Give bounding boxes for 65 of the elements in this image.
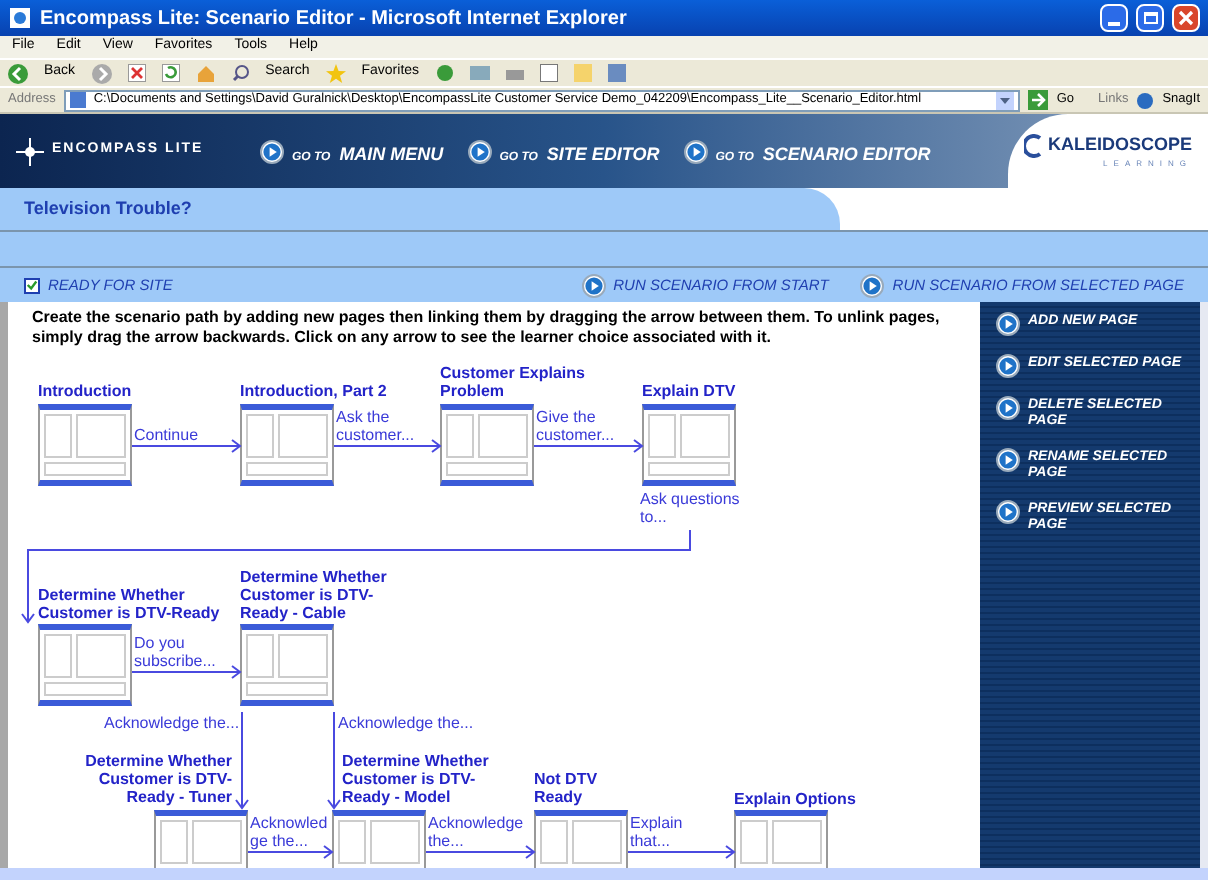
page-thumbnail[interactable]	[642, 404, 736, 486]
page-thumbnail[interactable]	[440, 404, 534, 486]
play-icon	[996, 396, 1020, 420]
page-title[interactable]: Determine Whether Customer is DTV-Ready - Model	[342, 752, 506, 806]
instructions-text: Create the scenario path by adding new pages then linking them by dragging the arrow between them. To unlink pages, simply drag the arrow backwards. Click on any arrow to see the learner choice associated with it.	[30, 306, 942, 348]
horizontal-scrollbar[interactable]	[0, 868, 1208, 880]
page-title[interactable]: Explain Options	[734, 790, 894, 808]
star-icon[interactable]	[325, 63, 346, 83]
page-thumbnail[interactable]	[154, 810, 248, 868]
play-icon	[260, 139, 284, 163]
checkbox[interactable]	[24, 277, 40, 293]
play-icon	[467, 139, 492, 163]
play-icon	[581, 273, 606, 297]
link-label[interactable]: Acknowledge the...	[250, 814, 330, 850]
swirl-logo-icon	[1023, 133, 1044, 157]
page-icon	[69, 92, 86, 108]
page-thumbnail[interactable]	[38, 404, 132, 486]
vertical-scrollbar[interactable]	[1200, 302, 1208, 868]
page-title[interactable]: Determine Whether Customer is DTV-Ready - Cable	[240, 568, 392, 622]
link-label[interactable]: Give the customer...	[536, 408, 640, 444]
caret-icon	[1000, 97, 1011, 103]
page-thumbnail[interactable]	[734, 810, 828, 868]
page-thumbnail[interactable]	[240, 624, 334, 706]
page-thumbnail[interactable]	[240, 404, 334, 486]
back-arrow-icon[interactable]	[8, 63, 28, 83]
link-label[interactable]: Continue	[134, 426, 199, 444]
browser-icon	[8, 6, 32, 30]
link-label[interactable]: Ask the customer...	[336, 408, 440, 444]
brand-name: KALEIDOSCOPE	[1047, 131, 1192, 158]
window-title: Encompass Lite: Scenario Editor - Microsoft Internet Explorer	[40, 5, 629, 33]
page-thumbnail[interactable]	[38, 624, 132, 706]
history-icon[interactable]	[435, 64, 454, 82]
page-title[interactable]: Not DTV Ready	[534, 770, 630, 806]
play-icon	[996, 448, 1020, 472]
play-icon	[996, 354, 1020, 378]
link-label[interactable]: Acknowledge the...	[104, 714, 240, 732]
compass-logo-icon	[16, 137, 44, 165]
page-title[interactable]: Introduction, Part 2	[240, 382, 400, 400]
page-thumbnail[interactable]	[534, 810, 628, 868]
page-title[interactable]: Determine Whether Customer is DTV-Ready - Tuner	[72, 752, 232, 806]
page-title[interactable]: Introduction	[38, 382, 158, 400]
play-icon	[860, 273, 885, 297]
link-label[interactable]: Do you subscribe...	[134, 634, 238, 670]
search-icon[interactable]	[231, 64, 250, 82]
link-label[interactable]: Ask questions to...	[640, 490, 760, 526]
go-arrow-icon[interactable]	[1028, 90, 1049, 110]
stop-icon[interactable]	[127, 64, 146, 82]
page-thumbnail[interactable]	[332, 810, 426, 868]
play-icon	[996, 312, 1020, 336]
minimize-button[interactable]	[1100, 4, 1128, 32]
close-icon	[1178, 10, 1194, 26]
link-label[interactable]: Acknowledge the...	[428, 814, 532, 850]
page-title[interactable]: Determine Whether Customer is DTV-Ready	[38, 586, 234, 622]
page-title[interactable]: Explain DTV	[642, 382, 762, 400]
page-title[interactable]: Customer Explains Problem	[440, 364, 608, 400]
close-button[interactable]	[1172, 4, 1200, 32]
play-icon	[996, 500, 1020, 524]
maximize-button[interactable]	[1136, 4, 1164, 32]
link-label[interactable]: Acknowledge the...	[338, 714, 474, 732]
refresh-icon[interactable]	[161, 64, 180, 82]
scenario-title: Television Trouble?	[24, 195, 192, 222]
link-label[interactable]: Explain that...	[630, 814, 718, 850]
edit-icon[interactable]	[539, 64, 558, 82]
play-icon	[683, 139, 708, 163]
dropdown-button[interactable]	[996, 91, 1015, 109]
